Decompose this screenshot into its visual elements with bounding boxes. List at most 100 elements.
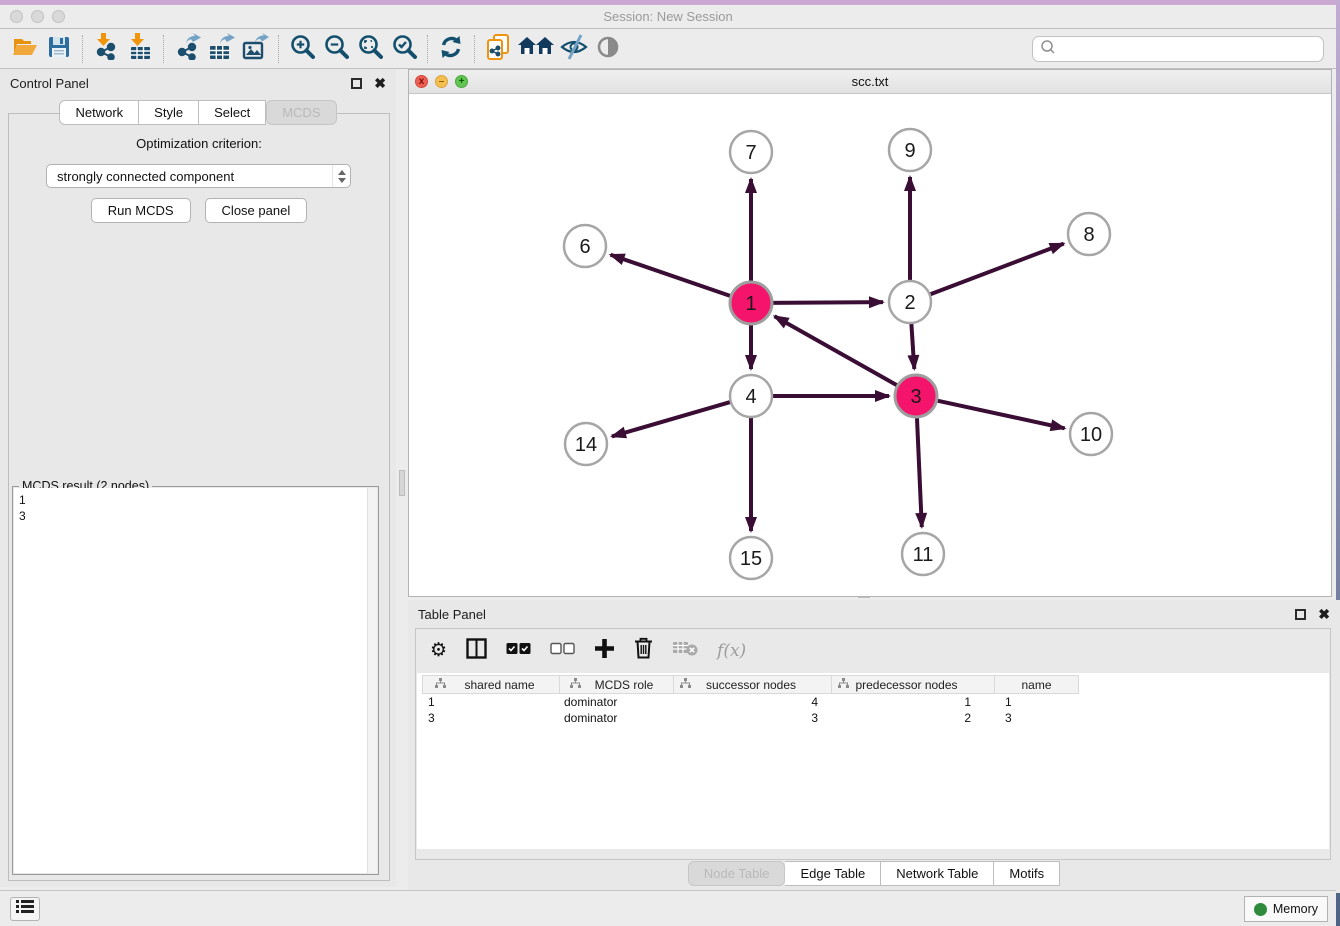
search-box xyxy=(1032,36,1324,62)
graph-edge-1-2[interactable] xyxy=(770,302,883,303)
toolbar-separator xyxy=(474,35,475,63)
visibility-icon xyxy=(596,35,620,64)
eye-slash-icon xyxy=(560,34,588,65)
close-panel-icon[interactable]: ✖ xyxy=(374,78,386,89)
zoom-fit-button[interactable] xyxy=(353,33,387,65)
show-all-button[interactable] xyxy=(591,33,625,65)
task-history-button[interactable] xyxy=(10,897,40,921)
dropdown-stepper-icon xyxy=(332,165,350,187)
control-panel-title: Control Panel xyxy=(10,76,351,91)
select-all-rows-icon[interactable] xyxy=(506,642,531,660)
graph-edge-3-1[interactable] xyxy=(775,316,900,386)
column-header-shared-name[interactable]: shared name xyxy=(422,675,560,694)
delete-table-icon[interactable] xyxy=(672,639,698,662)
column-header-mcds-role[interactable]: MCDS role xyxy=(560,675,674,694)
column-header-successor-nodes[interactable]: successor nodes xyxy=(674,675,832,694)
list-icon xyxy=(16,899,34,919)
close-panel-icon[interactable]: ✖ xyxy=(1318,609,1330,620)
tab-network-table[interactable]: Network Table xyxy=(881,861,994,886)
apply-layout-button[interactable] xyxy=(434,33,468,65)
hide-selected-button[interactable] xyxy=(557,33,591,65)
split-view-icon[interactable] xyxy=(466,638,487,664)
tab-network[interactable]: Network xyxy=(59,100,139,125)
column-header-predecessor-nodes[interactable]: predecessor nodes xyxy=(832,675,995,694)
export-image-icon xyxy=(241,33,269,65)
clone-network-button[interactable] xyxy=(481,33,515,65)
search-input[interactable] xyxy=(1057,39,1323,59)
clone-network-icon xyxy=(486,33,510,66)
window-title: Session: New Session xyxy=(0,9,1336,24)
run-mcds-button[interactable]: Run MCDS xyxy=(91,198,191,223)
settings-gear-icon[interactable]: ⚙ xyxy=(430,641,447,660)
cell-predecessor-nodes: 1 xyxy=(832,695,995,709)
add-column-icon[interactable] xyxy=(594,638,615,664)
graph-node-label: 1 xyxy=(745,293,756,315)
first-neighbors-button[interactable] xyxy=(515,33,557,65)
graph-edge-4-14[interactable] xyxy=(612,401,733,436)
graph-edge-2-3[interactable] xyxy=(911,321,914,369)
graph-node-label: 10 xyxy=(1080,424,1102,446)
graph-node-label: 14 xyxy=(575,434,597,456)
control-panel-header: Control Panel ✖ xyxy=(0,69,396,97)
function-builder-icon[interactable]: f(x) xyxy=(717,641,746,661)
cell-name: 1 xyxy=(995,695,1079,709)
import-table-button[interactable] xyxy=(123,33,157,65)
cell-shared-name: 1 xyxy=(422,695,560,709)
network-titlebar: scc.txt x – + xyxy=(409,70,1331,94)
zoom-out-button[interactable] xyxy=(319,33,353,65)
tab-style[interactable]: Style xyxy=(139,100,199,125)
zoom-fit-icon xyxy=(358,34,383,64)
graph-node-label: 7 xyxy=(745,142,756,164)
graph-edge-3-11[interactable] xyxy=(917,415,922,527)
network-canvas[interactable]: 7968124314101511 xyxy=(409,94,1331,596)
tab-mcds[interactable]: MCDS xyxy=(266,100,336,125)
table-panel-title: Table Panel xyxy=(418,607,1295,622)
tab-node-table[interactable]: Node Table xyxy=(688,861,786,886)
graph-edge-1-6[interactable] xyxy=(611,255,733,297)
zoom-selected-button[interactable] xyxy=(387,33,421,65)
save-session-button[interactable] xyxy=(42,33,76,65)
cell-name: 3 xyxy=(995,711,1079,725)
network-graph[interactable]: 7968124314101511 xyxy=(409,94,1331,597)
graph-node-label: 6 xyxy=(579,236,590,258)
export-table-button[interactable] xyxy=(204,33,238,65)
tab-edge-table[interactable]: Edge Table xyxy=(785,861,881,886)
zoom-selected-icon xyxy=(392,34,417,64)
import-network-button[interactable] xyxy=(89,33,123,65)
delete-column-icon[interactable] xyxy=(634,637,653,664)
cell-shared-name: 3 xyxy=(422,711,560,725)
memory-label: Memory xyxy=(1273,902,1318,916)
criterion-value: strongly connected component xyxy=(57,169,234,184)
mcds-result-area[interactable]: 1 3 xyxy=(14,488,377,873)
cell-successor-nodes: 4 xyxy=(674,695,832,709)
graph-edge-2-8[interactable] xyxy=(928,244,1064,296)
open-session-button[interactable] xyxy=(8,33,42,65)
graph-edge-3-10[interactable] xyxy=(935,400,1065,428)
memory-button[interactable]: Memory xyxy=(1244,896,1328,922)
tab-motifs[interactable]: Motifs xyxy=(994,861,1060,886)
table-row[interactable]: 1 dominator 4 1 1 xyxy=(422,694,1329,710)
float-panel-icon[interactable] xyxy=(351,78,362,89)
table-row[interactable]: 3 dominator 3 2 3 xyxy=(422,710,1329,726)
status-bar: Memory xyxy=(0,890,1336,926)
column-header-name[interactable]: name xyxy=(995,675,1079,694)
close-panel-button[interactable]: Close panel xyxy=(205,198,308,223)
tab-select[interactable]: Select xyxy=(199,100,266,125)
float-panel-icon[interactable] xyxy=(1295,609,1306,620)
export-image-button[interactable] xyxy=(238,33,272,65)
node-table[interactable]: shared name MCDS role successor nodes pr… xyxy=(417,673,1329,849)
criterion-dropdown[interactable]: strongly connected component xyxy=(46,164,351,188)
network-view-window: scc.txt x – + 7968124314101511 xyxy=(408,69,1332,597)
optimization-criterion-label: Optimization criterion: xyxy=(9,136,389,151)
refresh-icon xyxy=(438,34,464,65)
mcds-result-group: MCDS result (2 nodes) 1 3 xyxy=(12,486,379,875)
memory-status-icon xyxy=(1254,903,1267,916)
vertical-splitter-handle[interactable] xyxy=(399,470,405,496)
export-network-button[interactable] xyxy=(170,33,204,65)
main-titlebar: Session: New Session xyxy=(0,5,1336,29)
deselect-all-rows-icon[interactable] xyxy=(550,642,575,660)
table-header-row: shared name MCDS role successor nodes pr… xyxy=(422,675,1329,694)
zoom-in-button[interactable] xyxy=(285,33,319,65)
network-title: scc.txt xyxy=(409,74,1331,89)
result-scrollbar[interactable] xyxy=(367,488,377,873)
